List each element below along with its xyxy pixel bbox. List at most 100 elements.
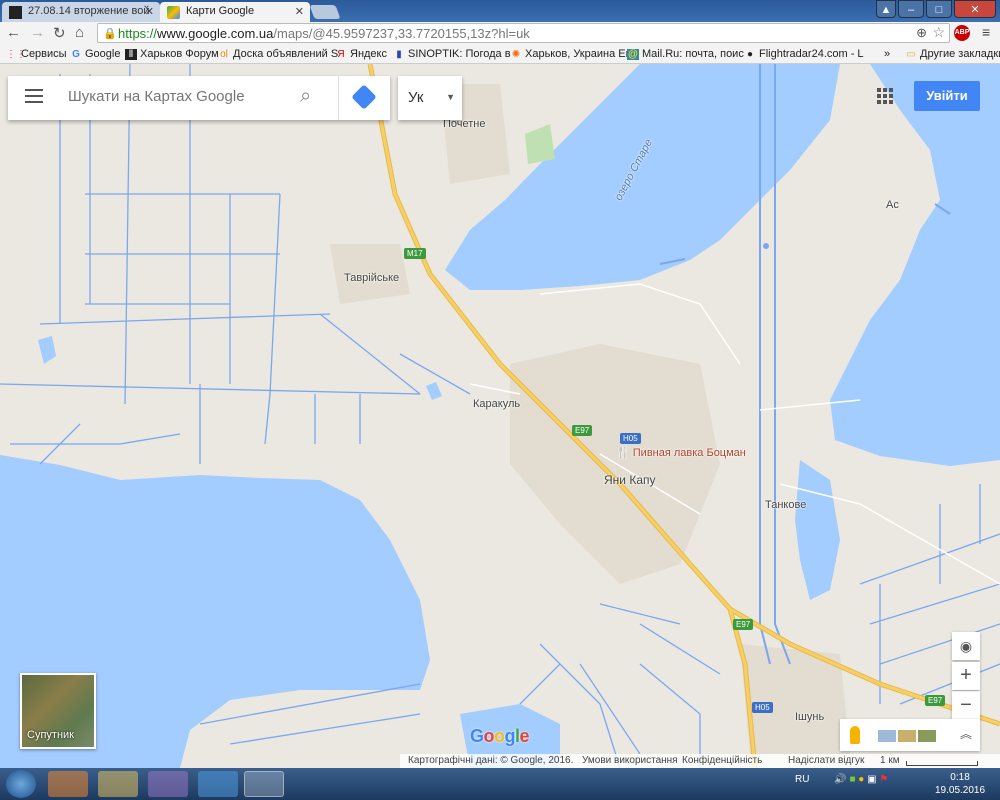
new-tab-button[interactable] [309,5,341,19]
home-icon[interactable]: ⌂ [75,24,84,41]
directions-button[interactable] [338,76,390,120]
road-shield-e97: E97 [733,619,754,630]
bookmark-label: Flightradar24.com - L [759,48,864,60]
language-value: Ук [408,89,424,106]
site-icon [9,6,22,19]
tab-inactive[interactable]: 27.08.14 вторжение вой ✕ [2,2,160,22]
map-data-credit: Картографічні дані: © Google, 2016. [408,755,574,766]
imagery-thumb[interactable] [918,730,936,742]
pegman-icon[interactable] [850,726,860,744]
poi-name: Пивная лавка Боцман [632,447,746,459]
road-shield-h05: H05 [752,702,773,713]
bookmark-label: Сервисы [21,48,67,60]
date: 19.05.2016 [935,785,986,796]
bookmark-label: Харьков, Украина En [525,48,632,60]
url-host: www.google.com.ua [157,26,274,41]
apps-grid-icon[interactable] [877,88,893,104]
action-center-icon[interactable]: ⚑ [879,774,888,785]
place-label[interactable]: Яни Капу [604,473,656,487]
bookmark-item[interactable]: Я Яндекс [335,48,387,60]
search-box: ⌕ [8,76,390,120]
search-input[interactable] [68,88,298,105]
media-player-icon[interactable] [48,771,88,797]
restaurant-icon: 🍴 [616,447,630,459]
privacy-link[interactable]: Конфіденційність [682,755,762,766]
feedback-link[interactable]: Надіслати відгук [788,755,864,766]
bookmark-label: Другие закладки [920,48,1000,60]
scale-label[interactable]: 1 км [880,755,900,766]
language-select[interactable]: Ук ▼ [398,76,462,120]
expand-icon[interactable]: ︽ [960,725,972,742]
language-indicator[interactable]: RU [795,774,809,785]
back-icon[interactable]: ← [6,24,21,41]
adblock-icon[interactable]: ABP [954,25,970,41]
bookmark-label: Яндекс [350,48,387,60]
my-location-button[interactable]: ◉ [952,632,980,660]
volume-icon[interactable]: 🔊 [834,774,846,785]
place-label[interactable]: Таврійське [344,272,399,284]
minimize-button[interactable]: – [898,0,924,18]
bookmark-item[interactable]: ✺ Харьков, Украина En [510,48,632,60]
explorer-icon[interactable] [98,771,138,797]
address-bar[interactable]: 🔒 https://www.google.com.ua/maps/@45.959… [97,23,950,43]
other-bookmarks[interactable]: ▭ Другие закладки [905,48,1000,60]
forward-icon[interactable]: → [30,24,45,41]
bookmark-item[interactable]: ol Доска объявлений S [218,48,338,60]
search-icon[interactable]: ⌕ [300,85,311,108]
menu-icon[interactable]: ≡ [982,24,990,40]
map-layer [0,64,1000,768]
zoom-in-button[interactable]: + [952,662,980,690]
profile-button[interactable]: ▲ [876,0,896,18]
poi-label[interactable]: 🍴 Пивная лавка Боцман [616,446,746,459]
road-shield-e97: E97 [572,425,593,436]
browser-toolbar: ← → ↻ ⌂ 🔒 https://www.google.com.ua/maps… [0,22,1000,44]
reload-icon[interactable]: ↻ [53,24,66,42]
maps-icon [167,6,180,19]
scale-bar[interactable] [906,761,978,766]
place-label[interactable]: Танкове [765,499,806,511]
bookmark-item[interactable]: ▮ SINOPTIK: Погода в [393,48,511,60]
bookmark-item[interactable]: G Google [70,48,120,60]
bookmark-item[interactable]: @ Mail.Ru: почта, поис [627,48,744,60]
bookmarks-bar: ⋮⋮Сервисы G Google Ⅱ Харьков Форум ol Доска… [0,44,1000,64]
bookmark-star-icon[interactable]: ☆ [932,24,945,41]
map-canvas[interactable]: Почетне озеро Старе Ас Таврійське Караку… [0,64,1000,768]
close-tab-icon[interactable]: ✕ [295,5,304,18]
satellite-label: Супутник [27,729,74,741]
close-window-button[interactable]: ✕ [954,0,996,18]
signin-button[interactable]: Увійти [914,81,980,111]
zoom-icon[interactable]: ⊕ [916,25,927,41]
bookmark-label: Харьков Форум [140,48,219,60]
bookmark-apps[interactable]: ⋮⋮Сервисы [6,48,67,60]
maximize-button[interactable]: □ [926,0,952,18]
bookmark-item[interactable]: Ⅱ Харьков Форум [125,48,219,60]
nvidia-icon[interactable]: ■ [849,774,855,785]
app-tray-icon[interactable]: ● [858,774,864,785]
place-label[interactable]: Ас [886,199,899,211]
imagery-thumb[interactable] [898,730,916,742]
ie-icon[interactable] [198,771,238,797]
close-tab-icon[interactable]: ✕ [145,5,154,18]
park [525,124,555,164]
chrome-icon[interactable] [244,771,284,797]
terms-link[interactable]: Умови використання [582,755,678,766]
bookmarks-overflow[interactable]: » [884,48,890,60]
clock[interactable]: 0:18 19.05.2016 [935,771,985,797]
satellite-toggle[interactable]: Супутник [20,673,96,749]
bookmark-item[interactable]: ● Flightradar24.com - L [744,48,864,60]
road-shield-m17: M17 [404,248,426,259]
app-icon[interactable] [148,771,188,797]
place-label[interactable]: Каракуль [473,398,520,410]
tab-bar: 27.08.14 вторжение вой ✕ Карти Google ✕ ▲ … [0,0,1000,22]
menu-icon[interactable] [25,89,43,107]
lock-icon: 🔒 [103,28,117,40]
place-label[interactable]: Ішунь [795,711,824,723]
bookmark-label: SINOPTIK: Погода в [408,48,511,60]
start-button[interactable] [6,770,36,798]
imagery-thumb[interactable] [878,730,896,742]
zoom-out-button[interactable]: − [952,691,980,719]
lake-east [830,64,1000,466]
tab-title: 27.08.14 вторжение вой [28,5,150,17]
tab-active[interactable]: Карти Google ✕ [160,2,310,22]
network-icon[interactable]: ▣ [867,774,876,785]
